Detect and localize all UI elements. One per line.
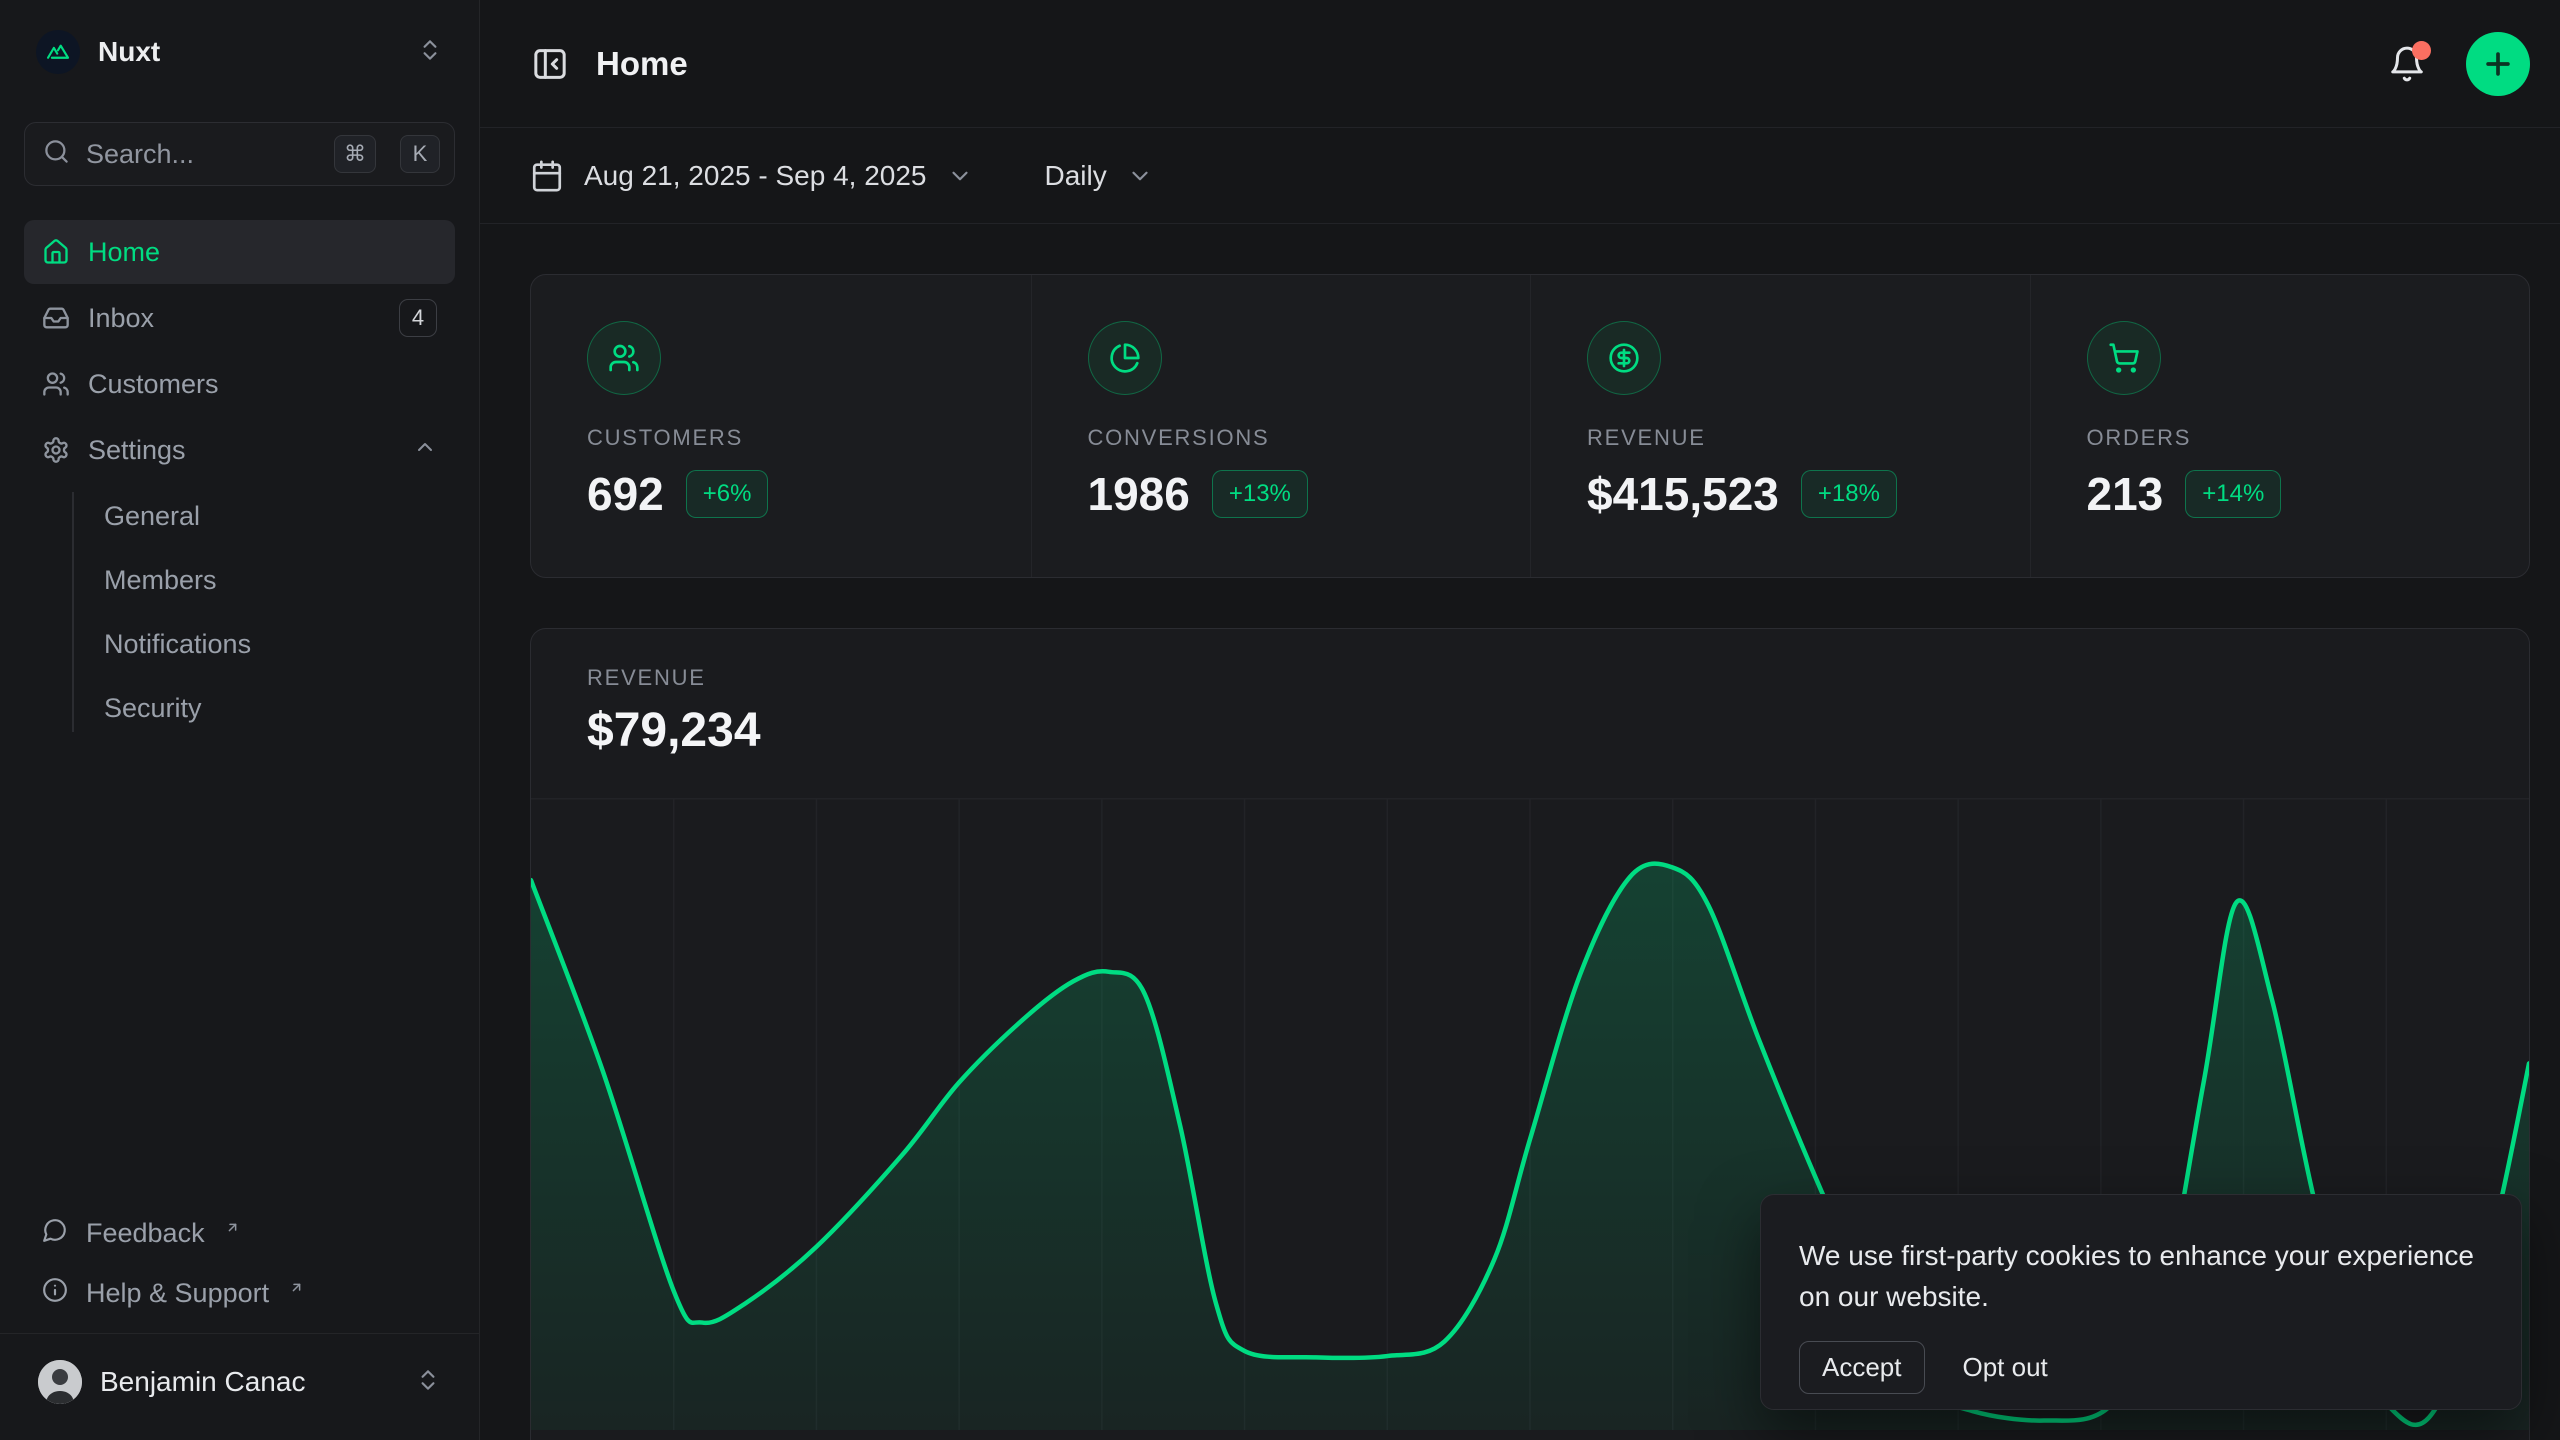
kbd-cmd: ⌘ xyxy=(334,135,376,173)
info-icon xyxy=(42,1277,68,1310)
users-icon xyxy=(587,321,661,395)
date-range-picker[interactable]: Aug 21, 2025 - Sep 4, 2025 xyxy=(530,159,973,193)
page-header: Home xyxy=(480,0,2560,128)
stat-value: 1986 xyxy=(1088,467,1190,521)
home-icon xyxy=(42,238,70,266)
chat-bubble-icon xyxy=(42,1217,68,1250)
user-avatar xyxy=(38,1360,82,1404)
chevron-down-icon xyxy=(947,163,973,189)
help-support-link[interactable]: Help & Support xyxy=(24,1263,455,1323)
chart-title: REVENUE xyxy=(587,665,2529,691)
sidebar-nav: Home Inbox 4 xyxy=(24,220,455,740)
plus-icon xyxy=(2481,47,2515,81)
granularity-select[interactable]: Daily xyxy=(1045,160,1153,192)
sidebar-item-settings[interactable]: Settings xyxy=(24,418,455,482)
stat-label: REVENUE xyxy=(1587,425,1982,451)
sidebar-item-label: Customers xyxy=(88,369,219,400)
filters-toolbar: Aug 21, 2025 - Sep 4, 2025 Daily xyxy=(480,128,2560,224)
cart-icon xyxy=(2087,321,2161,395)
stats-card: CUSTOMERS 692 +6% CONVERSIONS 1986 xyxy=(530,274,2530,578)
cookie-banner: We use first-party cookies to enhance yo… xyxy=(1760,1194,2522,1410)
stat-orders[interactable]: ORDERS 213 +14% xyxy=(2030,275,2530,577)
pie-chart-icon xyxy=(1088,321,1162,395)
sidebar-item-customers[interactable]: Customers xyxy=(24,352,455,416)
external-link-icon xyxy=(225,1211,240,1242)
granularity-value: Daily xyxy=(1045,160,1107,192)
page-title: Home xyxy=(596,45,2388,83)
sidebar-item-security[interactable]: Security xyxy=(104,676,455,740)
sidebar-item-label: Settings xyxy=(88,435,186,466)
settings-subnav: General Members Notifications Security xyxy=(24,484,455,740)
feedback-link[interactable]: Feedback xyxy=(24,1203,455,1263)
search-icon xyxy=(43,138,70,170)
stat-label: CONVERSIONS xyxy=(1088,425,1483,451)
sidebar: Nuxt Search... ⌘ K xyxy=(0,0,480,1440)
stat-delta-badge: +18% xyxy=(1801,470,1897,518)
chevrons-up-down-icon xyxy=(417,37,443,68)
help-support-label: Help & Support xyxy=(86,1278,269,1309)
add-button[interactable] xyxy=(2466,32,2530,96)
sidebar-item-home[interactable]: Home xyxy=(24,220,455,284)
notification-dot xyxy=(2412,41,2431,60)
kbd-k: K xyxy=(400,135,440,173)
stat-label: CUSTOMERS xyxy=(587,425,983,451)
opt-out-button[interactable]: Opt out xyxy=(1963,1352,2048,1383)
sidebar-item-general[interactable]: General xyxy=(104,484,455,548)
stat-conversions[interactable]: CONVERSIONS 1986 +13% xyxy=(1031,275,1531,577)
notifications-button[interactable] xyxy=(2388,45,2426,83)
search-input[interactable]: Search... ⌘ K xyxy=(24,122,455,186)
search-placeholder: Search... xyxy=(86,139,318,170)
sidebar-item-label: Inbox xyxy=(88,303,154,334)
sidebar-item-inbox[interactable]: Inbox 4 xyxy=(24,286,455,350)
stat-label: ORDERS xyxy=(2087,425,2482,451)
team-name: Nuxt xyxy=(98,36,399,68)
sidebar-item-members[interactable]: Members xyxy=(104,548,455,612)
stat-delta-badge: +13% xyxy=(1212,470,1308,518)
external-link-icon xyxy=(289,1271,304,1302)
user-menu[interactable]: Benjamin Canac xyxy=(24,1334,455,1430)
inbox-count-badge: 4 xyxy=(399,299,437,337)
chart-current-value: $79,234 xyxy=(587,703,2529,758)
panel-left-close-icon[interactable] xyxy=(530,44,570,84)
accept-button[interactable]: Accept xyxy=(1799,1341,1925,1394)
sidebar-item-notifications[interactable]: Notifications xyxy=(104,612,455,676)
stat-value: 213 xyxy=(2087,467,2164,521)
nuxt-logo-icon xyxy=(36,30,80,74)
date-range-label: Aug 21, 2025 - Sep 4, 2025 xyxy=(584,160,927,192)
stat-delta-badge: +6% xyxy=(686,470,769,518)
calendar-icon xyxy=(530,159,564,193)
cookie-message: We use first-party cookies to enhance yo… xyxy=(1799,1235,2481,1317)
user-name: Benjamin Canac xyxy=(100,1366,397,1398)
stat-customers[interactable]: CUSTOMERS 692 +6% xyxy=(531,275,1031,577)
users-icon xyxy=(42,370,70,398)
sidebar-footer: Feedback Help & Support xyxy=(24,1203,455,1440)
sidebar-item-label: Home xyxy=(88,237,160,268)
stat-revenue[interactable]: REVENUE $415,523 +18% xyxy=(1530,275,2030,577)
stat-value: 692 xyxy=(587,467,664,521)
feedback-label: Feedback xyxy=(86,1218,205,1249)
team-switcher[interactable]: Nuxt xyxy=(24,20,455,84)
stat-delta-badge: +14% xyxy=(2185,470,2281,518)
inbox-icon xyxy=(42,304,70,332)
chevron-up-icon xyxy=(413,435,437,466)
chevrons-up-down-icon xyxy=(415,1367,441,1398)
gear-icon xyxy=(42,436,70,464)
stat-value: $415,523 xyxy=(1587,467,1779,521)
chevron-down-icon xyxy=(1127,163,1153,189)
circle-dollar-icon xyxy=(1587,321,1661,395)
